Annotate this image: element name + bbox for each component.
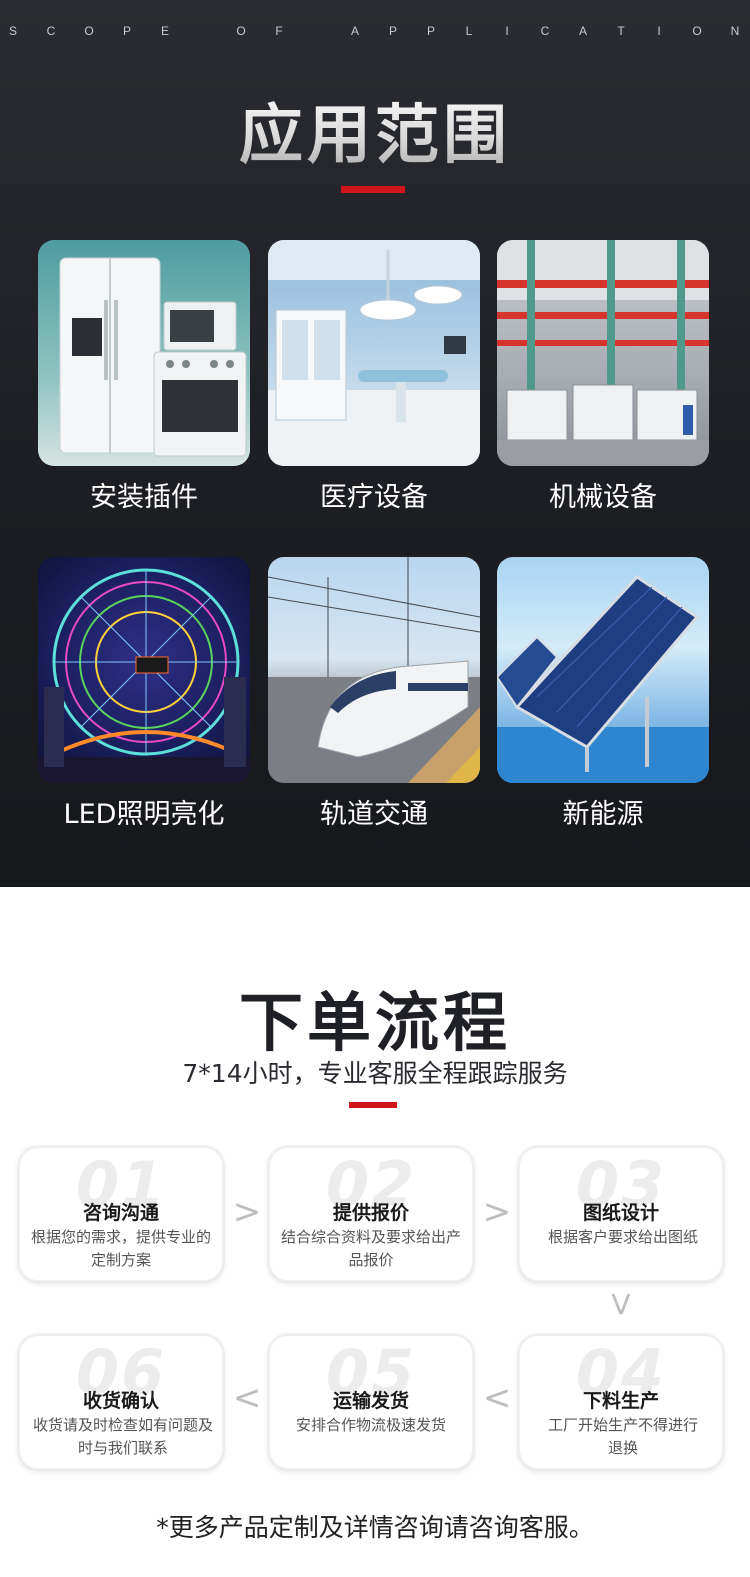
step-title: 提供报价	[332, 1202, 409, 1224]
scope-letter: O	[692, 24, 702, 38]
application-scope-section: S C O P E O F A P P L I C A T I O N 应用范围	[0, 0, 750, 887]
arrow-left-icon: <	[482, 1378, 512, 1418]
step-card-quote: 02 提供报价 结合综合资料及要求给出产品报价	[268, 1146, 474, 1282]
scope-letter: A	[578, 24, 587, 38]
scope-letter: P	[388, 24, 397, 38]
application-label: 新能源	[562, 799, 644, 830]
step-title: 运输发货	[332, 1390, 409, 1412]
application-label: 医疗设备	[320, 482, 428, 513]
scope-letter: O	[236, 24, 246, 38]
arrow-left-icon: <	[232, 1378, 262, 1418]
scope-letter: S	[8, 24, 17, 38]
application-label: 安装插件	[90, 482, 198, 513]
scope-letter: N	[730, 24, 740, 38]
step-card-production: 04 下料生产 工厂开始生产不得进行退换	[518, 1334, 724, 1470]
step-title: 图纸设计	[582, 1202, 659, 1224]
bullet-train-image	[268, 557, 480, 783]
order-process-subtitle: 7*14小时，专业客服全程跟踪服务	[182, 1059, 568, 1088]
scope-letter: C	[540, 24, 550, 38]
application-label: LED照明亮化	[63, 799, 225, 830]
scope-letter: O	[84, 24, 94, 38]
footer-note: *更多产品定制及详情咨询请咨询客服。	[156, 1513, 594, 1542]
step-card-consult: 01 咨询沟通 根据您的需求，提供专业的定制方案	[18, 1146, 224, 1282]
scope-letter: A	[350, 24, 359, 38]
application-label: 机械设备	[549, 482, 657, 513]
scope-letter: F	[275, 24, 283, 38]
factory-machinery-image	[497, 240, 709, 466]
scope-letter: C	[46, 24, 56, 38]
scope-letter: I	[505, 24, 509, 38]
step-description: 工厂开始生产不得进行退换	[547, 1416, 698, 1457]
step-description: 结合综合资料及要求给出产品报价	[280, 1228, 461, 1269]
subtitle-underline	[349, 1102, 397, 1108]
scope-letter	[308, 24, 326, 44]
scope-letter: T	[617, 24, 625, 38]
solar-panel-image	[497, 557, 709, 783]
step-description: 收货请及时检查如有问题及时与我们联系	[32, 1416, 213, 1457]
order-process-title: 下单流程	[239, 987, 511, 1061]
scope-letter: P	[426, 24, 435, 38]
arrow-right-icon: >	[482, 1192, 512, 1232]
step-description: 根据您的需求，提供专业的定制方案	[30, 1228, 211, 1269]
step-title: 下料生产	[582, 1390, 659, 1412]
arrow-right-icon: >	[232, 1192, 262, 1232]
step-card-shipping: 05 运输发货 安排合作物流极速发货	[268, 1334, 474, 1470]
scope-letter	[194, 24, 212, 44]
scope-letter: P	[122, 24, 131, 38]
arrow-down-icon: V	[611, 1288, 631, 1321]
step-description: 安排合作物流极速发货	[295, 1416, 446, 1434]
scope-letter: I	[657, 24, 661, 38]
scope-letter: E	[160, 24, 169, 38]
ferris-wheel-image	[38, 557, 250, 783]
step-description: 根据客户要求给出图纸	[547, 1228, 698, 1246]
home-appliances-image	[38, 240, 250, 466]
title-underline	[341, 186, 405, 193]
step-card-drawing: 03 图纸设计 根据客户要求给出图纸	[518, 1146, 724, 1282]
application-label: 轨道交通	[320, 799, 428, 830]
medical-room-image	[268, 240, 480, 466]
application-scope-title: 应用范围	[0, 84, 750, 176]
step-title: 咨询沟通	[82, 1202, 159, 1224]
scope-of-application-strip: S C O P E O F A P P L I C A T I O N	[0, 24, 750, 44]
step-card-receipt: 06 收货确认 收货请及时检查如有问题及时与我们联系	[18, 1334, 224, 1470]
step-title: 收货确认	[82, 1390, 159, 1412]
scope-letter: L	[465, 24, 473, 38]
